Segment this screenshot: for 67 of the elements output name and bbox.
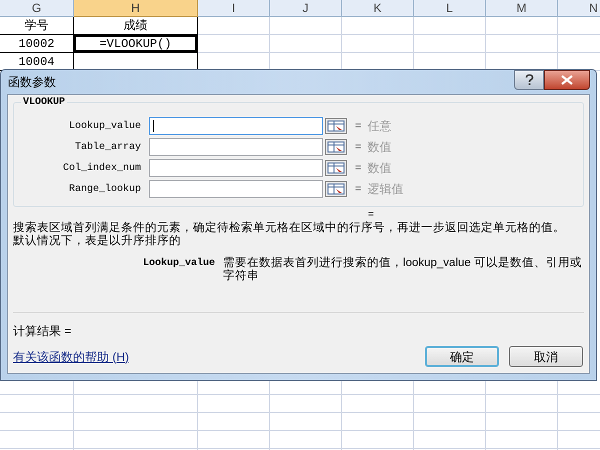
argument-type-hint: 数值 [367, 160, 392, 177]
cell-text: 10002 [17, 36, 56, 52]
parameter-name: Lookup_value [143, 257, 216, 271]
table-cell [414, 413, 486, 431]
equals-sign: = [355, 118, 362, 134]
dialog-button[interactable]: 确定 [425, 346, 499, 367]
table-cell [198, 395, 270, 413]
help-icon [524, 74, 534, 86]
table-cell [198, 431, 270, 449]
help-link[interactable]: 有关该函数的帮助 (H) [13, 348, 129, 366]
table-cell [486, 431, 558, 449]
equals-sign: = [355, 160, 362, 176]
argument-type-hint: 逻辑值 [367, 181, 404, 198]
table-cell [270, 395, 342, 413]
equals-sign: = [355, 182, 362, 197]
table-cell [414, 17, 486, 35]
column-header[interactable]: N [558, 0, 600, 17]
result-label: 计算结果 = [13, 323, 72, 340]
table-cell [342, 413, 414, 431]
table-cell [342, 431, 414, 449]
table-cell [270, 413, 342, 431]
cell-text: =VLOOKUP() [74, 35, 197, 52]
column-header[interactable]: M [486, 0, 558, 17]
collapse-dialog-icon[interactable] [325, 139, 347, 155]
table-cell [342, 17, 414, 35]
collapse-dialog-icon[interactable] [325, 160, 347, 176]
table-cell [486, 395, 558, 413]
table-cell [486, 17, 558, 35]
column-header[interactable]: H [74, 0, 198, 17]
table-cell [198, 413, 270, 431]
cell-text: 成绩 [122, 18, 148, 34]
column-header[interactable]: G [0, 0, 74, 17]
column-header[interactable]: J [270, 0, 342, 17]
dialog-title: 函数参数 [7, 74, 56, 91]
argument-field[interactable] [149, 159, 323, 177]
text-cursor [153, 120, 154, 132]
argument-field[interactable] [149, 180, 323, 198]
cell-text: 学号 [24, 18, 50, 34]
column-header[interactable]: I [198, 0, 270, 17]
argument-type-hint: 数值 [367, 139, 392, 156]
table-cell [270, 17, 342, 35]
table-cell [414, 395, 486, 413]
close-button[interactable] [544, 70, 590, 90]
cell-text: 10004 [17, 54, 56, 70]
parameter-description: 需要在数据表首列进行搜索的值，lookup_value 可以是数值、引用或字符串 [223, 257, 583, 283]
table-cell [198, 17, 270, 35]
result-equals: = [368, 208, 374, 221]
close-icon [561, 75, 573, 85]
argument-type-hint: 任意 [367, 118, 392, 135]
argument-field[interactable] [149, 117, 323, 135]
argument-label: Range_lookup [68, 182, 142, 196]
collapse-dialog-icon[interactable] [325, 118, 347, 134]
table-cell [342, 395, 414, 413]
column-header[interactable]: L [414, 0, 486, 17]
column-header[interactable]: K [342, 0, 414, 17]
collapse-dialog-icon[interactable] [325, 181, 347, 197]
argument-label: Lookup_value [68, 120, 142, 134]
function-description: 搜索表区域首列满足条件的元素，确定待检索单元格在区域中的行序号，再进一步返回选定单元格的值。默认情况下，表是以升序排序的 [13, 222, 566, 248]
equals-sign: = [355, 140, 362, 155]
argument-label: Table_array [74, 140, 142, 154]
argument-field[interactable] [149, 138, 323, 156]
help-button[interactable] [514, 70, 544, 90]
argument-label: Col_index_num [62, 162, 142, 176]
table-cell [486, 413, 558, 431]
dialog-button[interactable]: 取消 [509, 346, 583, 367]
table-cell [270, 431, 342, 449]
table-cell [414, 431, 486, 449]
